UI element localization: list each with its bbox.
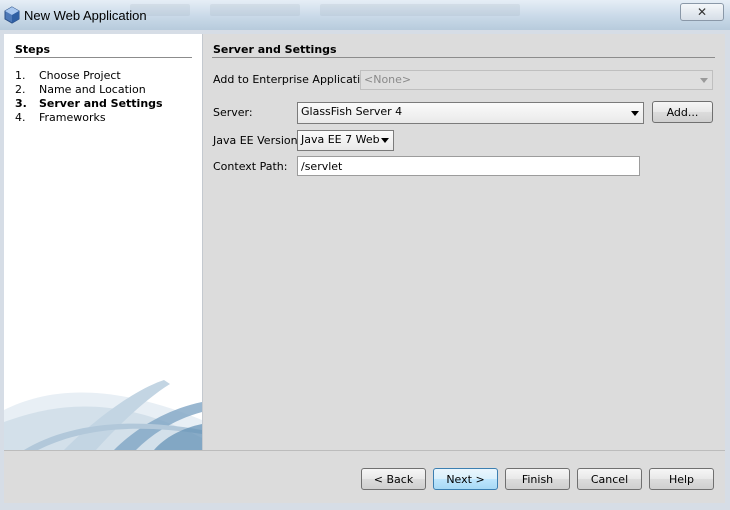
help-button[interactable]: Help: [649, 468, 714, 490]
enterprise-app-label: Add to Enterprise Application:: [213, 73, 378, 86]
server-dropdown[interactable]: GlassFish Server 4: [297, 102, 644, 124]
step-label: Name and Location: [39, 83, 146, 96]
netbeans-swoosh-graphic: [4, 380, 202, 450]
content-heading: Server and Settings: [213, 43, 337, 56]
background-ghost: [210, 4, 300, 16]
java-ee-version-dropdown[interactable]: Java EE 7 Web: [297, 130, 394, 151]
steps-divider: [14, 57, 192, 58]
step-item: 4. Frameworks: [15, 111, 163, 125]
step-label: Server and Settings: [39, 97, 163, 110]
title-bar: New Web Application ✕: [0, 0, 730, 30]
step-number: 2.: [15, 83, 26, 96]
steps-list: 1. Choose Project 2. Name and Location 3. S…: [15, 69, 163, 125]
context-path-label: Context Path:: [213, 160, 288, 173]
cancel-button[interactable]: Cancel: [577, 468, 642, 490]
back-button[interactable]: < Back: [361, 468, 426, 490]
wizard-button-bar: < Back Next > Finish Cancel Help: [4, 450, 725, 503]
steps-panel: Steps 1. Choose Project 2. Name and Locati…: [4, 34, 203, 450]
finish-button[interactable]: Finish: [505, 468, 570, 490]
server-value: GlassFish Server 4: [301, 105, 403, 118]
enterprise-app-dropdown[interactable]: <None>: [360, 70, 713, 90]
background-ghost: [320, 4, 520, 16]
context-path-input[interactable]: [297, 156, 640, 176]
netbeans-cube-icon: [4, 6, 20, 24]
step-label: Choose Project: [39, 69, 121, 82]
chevron-down-icon: [700, 78, 708, 83]
window-title: New Web Application: [24, 8, 147, 23]
close-icon: ✕: [696, 5, 708, 19]
step-label: Frameworks: [39, 111, 106, 124]
content-divider: [212, 57, 715, 58]
step-item: 3. Server and Settings: [15, 97, 163, 111]
add-server-button[interactable]: Add...: [652, 101, 713, 123]
step-item: 2. Name and Location: [15, 83, 163, 97]
java-ee-version-label: Java EE Version:: [213, 134, 302, 147]
step-number: 4.: [15, 111, 26, 124]
server-label: Server:: [213, 106, 253, 119]
content-panel: Server and Settings Add to Enterprise Ap…: [203, 34, 725, 450]
next-button[interactable]: Next >: [433, 468, 498, 490]
step-item: 1. Choose Project: [15, 69, 163, 83]
enterprise-app-value: <None>: [364, 73, 412, 86]
steps-heading: Steps: [15, 43, 51, 56]
chevron-down-icon: [381, 138, 389, 143]
step-number: 3.: [15, 97, 27, 110]
chevron-down-icon: [631, 111, 639, 116]
java-ee-version-value: Java EE 7 Web: [301, 133, 380, 146]
step-number: 1.: [15, 69, 26, 82]
close-button[interactable]: ✕: [680, 3, 724, 21]
